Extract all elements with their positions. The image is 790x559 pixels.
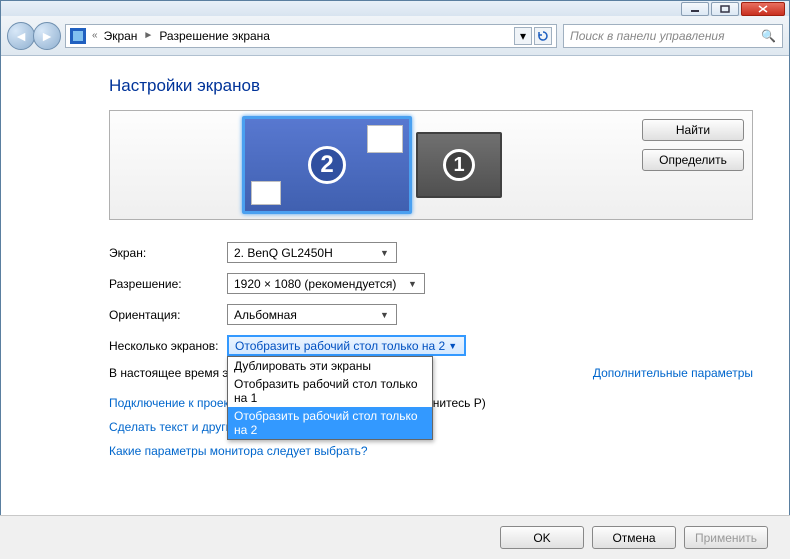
maximize-button[interactable] (711, 2, 739, 16)
display-select[interactable]: 2. BenQ GL2450H ▼ (227, 242, 397, 263)
search-placeholder: Поиск в панели управления (570, 29, 725, 43)
search-input[interactable]: Поиск в панели управления 🔍 (563, 24, 783, 48)
chevron-down-icon: ▼ (377, 307, 392, 322)
window-titlebar (1, 1, 789, 16)
dropdown-option[interactable]: Отобразить рабочий стол только на 1 (228, 375, 432, 407)
close-button[interactable] (741, 2, 785, 16)
window-preview-icon (367, 125, 403, 153)
control-panel-icon (70, 28, 86, 44)
resolution-select[interactable]: 1920 × 1080 (рекомендуется) ▼ (227, 273, 425, 294)
monitor-1[interactable]: 1 (416, 132, 502, 198)
breadcrumb-item[interactable]: Разрешение экрана (159, 29, 270, 43)
dropdown-option-selected[interactable]: Отобразить рабочий стол только на 2 (228, 407, 432, 439)
minimize-button[interactable] (681, 2, 709, 16)
multiple-displays-select[interactable]: Отобразить рабочий стол только на 2 ▼ Ду… (227, 335, 466, 356)
breadcrumb-item[interactable]: Экран (104, 29, 138, 43)
resolution-label: Разрешение: (109, 277, 227, 291)
address-bar[interactable]: « Экран ► Разрешение экрана ▾ (65, 24, 557, 48)
chevron-left-icon: « (92, 30, 98, 41)
search-icon: 🔍 (761, 29, 776, 43)
page-title: Настройки экранов (109, 76, 753, 96)
monitor-2[interactable]: 2 (242, 116, 412, 214)
which-monitor-link[interactable]: Какие параметры монитора следует выбрать… (109, 444, 368, 458)
cancel-button[interactable]: Отмена (592, 526, 676, 549)
chevron-down-icon: ▼ (377, 245, 392, 260)
ok-button[interactable]: OK (500, 526, 584, 549)
dropdown-option[interactable]: Дублировать эти экраны (228, 357, 432, 375)
apply-button: Применить (684, 526, 768, 549)
multiple-displays-dropdown: Дублировать эти экраны Отобразить рабочи… (227, 356, 433, 440)
dialog-button-bar: OK Отмена Применить (0, 515, 790, 559)
toolbar: ◄ ► « Экран ► Разрешение экрана ▾ Поиск … (1, 16, 789, 56)
window-preview-icon (251, 181, 281, 205)
monitor-arrangement-panel[interactable]: 2 1 Найти Определить (109, 110, 753, 220)
current-main-text: В настоящее время эт (109, 366, 234, 380)
chevron-down-icon: ▼ (405, 276, 420, 291)
back-button[interactable]: ◄ (7, 22, 35, 50)
chevron-down-icon: ▼ (445, 338, 460, 353)
orientation-select[interactable]: Альбомная ▼ (227, 304, 397, 325)
monitor-badge: 2 (308, 146, 346, 184)
forward-button[interactable]: ► (33, 22, 61, 50)
identify-button[interactable]: Определить (642, 149, 744, 171)
chevron-right-icon: ► (143, 30, 153, 41)
monitor-badge: 1 (443, 149, 475, 181)
orientation-label: Ориентация: (109, 308, 227, 322)
advanced-settings-link[interactable]: Дополнительные параметры (593, 366, 753, 380)
display-label: Экран: (109, 246, 227, 260)
multiple-displays-label: Несколько экранов: (109, 339, 227, 353)
address-dropdown-button[interactable]: ▾ (514, 27, 532, 45)
detect-button[interactable]: Найти (642, 119, 744, 141)
refresh-button[interactable] (534, 27, 552, 45)
